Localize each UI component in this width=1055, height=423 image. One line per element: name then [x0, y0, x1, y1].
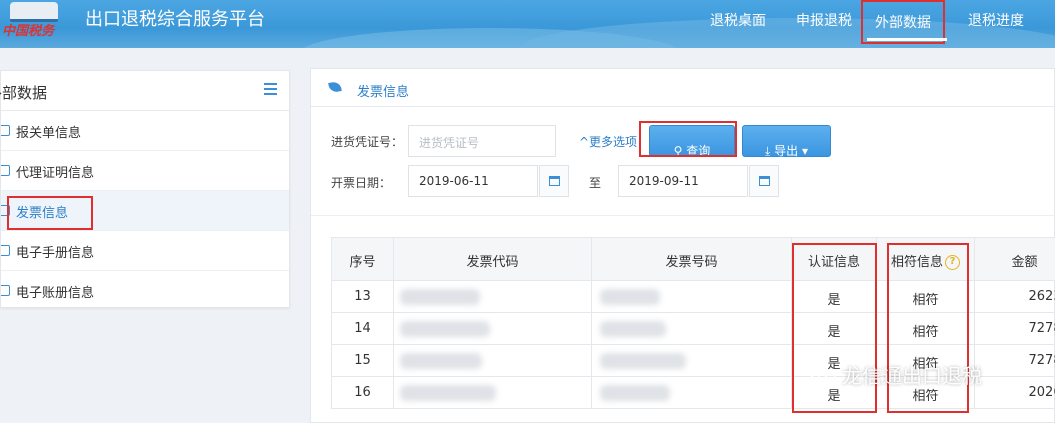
cell-seq: 14: [332, 313, 394, 345]
sidebar-title: 外部数据: [0, 84, 48, 102]
document-icon: [1, 125, 10, 136]
top-header: 中国税务 出口退税综合服务平台 退税桌面 申报退税 外部数据 退税进度: [0, 0, 1055, 48]
col-invoice-code: 发票代码: [394, 238, 592, 281]
nav-item-tax-desktop[interactable]: 退税桌面: [710, 10, 766, 30]
cell-invoice-code: [394, 281, 592, 313]
cell-invoice-code: [394, 313, 592, 345]
col-invoice-number: 发票号码: [592, 238, 792, 281]
panel-header: 发票信息: [311, 69, 1055, 107]
cell-invoice-code: [394, 377, 592, 409]
caret-down-icon: ▾: [801, 144, 808, 158]
cell-amount: 7278.7: [975, 313, 1055, 345]
cell-seq: 13: [332, 281, 394, 313]
highlight-box: [639, 121, 737, 157]
app-title: 出口退税综合服务平台: [85, 9, 265, 30]
book-icon: [10, 2, 58, 22]
cell-invoice-number: [592, 313, 792, 345]
sidebar-item-agent-cert[interactable]: 代理证明信息: [1, 151, 289, 191]
ledger-icon: [1, 285, 10, 296]
document-icon: [1, 165, 10, 176]
folder-icon: [1, 245, 10, 256]
cell-amount: 7278.7: [975, 345, 1055, 377]
nav-item-declare[interactable]: 申报退税: [796, 10, 852, 30]
date-from-input[interactable]: 2019-06-11: [408, 165, 538, 197]
export-label: 导出: [774, 144, 799, 158]
sidebar-item-e-manual[interactable]: 电子手册信息: [1, 231, 289, 271]
download-icon: ⤓: [764, 144, 771, 158]
voucher-input[interactable]: 进货凭证号: [408, 125, 556, 157]
cell-invoice-code: [394, 345, 592, 377]
sidebar-header: 外部数据: [0, 71, 289, 111]
date-to-input[interactable]: 2019-09-11: [618, 165, 748, 197]
cell-seq: 16: [332, 377, 394, 409]
sidebar: 外部数据 报关单信息 代理证明信息 发票信息 电子手册信息 电子账册信息: [0, 70, 290, 308]
sidebar-item-label: 电子账册信息: [16, 286, 95, 301]
nav-active-underline: [867, 38, 947, 41]
sidebar-item-customs[interactable]: 报关单信息: [1, 111, 289, 151]
cell-seq: 15: [332, 345, 394, 377]
col-amount: 金额: [975, 238, 1055, 281]
panel-title: 发票信息: [357, 85, 410, 100]
calendar-to-button[interactable]: [749, 165, 779, 197]
sidebar-item-label: 报关单信息: [16, 126, 82, 141]
highlight-box: [7, 196, 93, 230]
cell-invoice-number: [592, 345, 792, 377]
calendar-icon: [549, 176, 560, 186]
date-label: 开票日期：: [331, 176, 392, 190]
tax-logo: 中国税务: [0, 0, 70, 44]
more-options-link[interactable]: ^更多选项: [579, 133, 637, 150]
cell-amount: 2026.5: [975, 377, 1055, 409]
menu-icon[interactable]: [264, 83, 277, 95]
sidebar-item-label: 代理证明信息: [16, 166, 95, 181]
voucher-label: 进货凭证号：: [331, 135, 404, 149]
to-label: 至: [589, 176, 602, 190]
cell-invoice-number: [592, 377, 792, 409]
cell-invoice-number: [592, 281, 792, 313]
logo-text: 中国税务: [2, 24, 55, 39]
sidebar-item-label: 电子手册信息: [16, 246, 95, 261]
calendar-icon: [759, 176, 770, 186]
watermark-text: 龙信通出口退税: [842, 364, 982, 388]
calendar-from-button[interactable]: [539, 165, 569, 197]
sidebar-item-invoice[interactable]: 发票信息: [1, 191, 289, 231]
wechat-icon: [809, 364, 836, 384]
sidebar-item-e-ledger[interactable]: 电子账册信息: [1, 271, 289, 311]
export-button[interactable]: ⤓ 导出 ▾: [742, 125, 831, 158]
nav-item-progress[interactable]: 退税进度: [968, 10, 1024, 30]
cell-amount: 2623.8: [975, 281, 1055, 313]
leaf-icon: [328, 81, 342, 93]
divider: [311, 215, 1055, 216]
col-seq: 序号: [332, 238, 394, 281]
